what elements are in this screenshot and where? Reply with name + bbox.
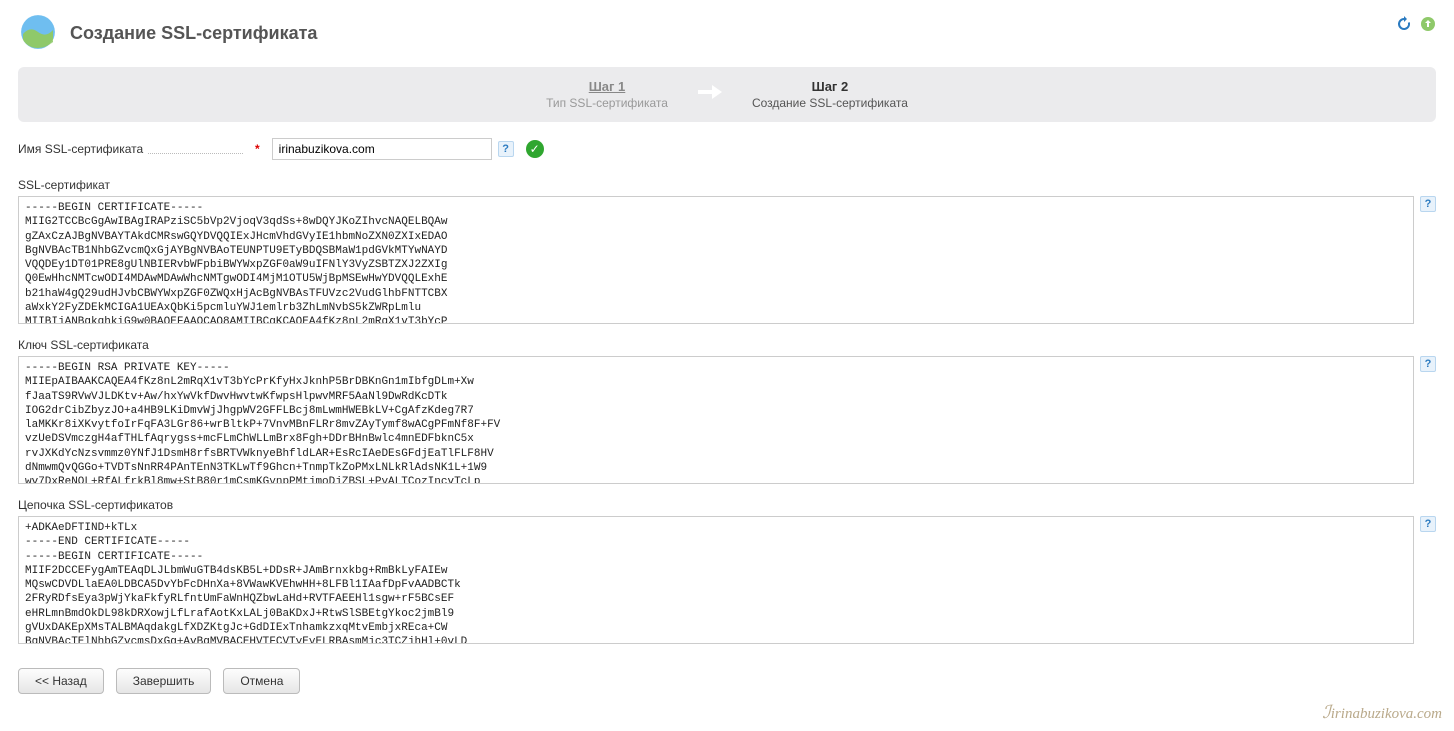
step-title: Шаг 2 — [752, 79, 908, 94]
back-button[interactable]: << Назад — [18, 668, 104, 694]
wizard-step-1[interactable]: Шаг 1 Тип SSL-сертификата — [546, 79, 668, 110]
step-title: Шаг 1 — [546, 79, 668, 94]
help-icon[interactable]: ? — [1420, 516, 1436, 532]
chain-label: Цепочка SSL-сертификатов — [18, 498, 1436, 512]
watermark: ℐirinabuzikova.com — [1322, 702, 1442, 723]
globe-icon — [18, 12, 58, 55]
key-textarea[interactable] — [18, 356, 1414, 484]
page-title: Создание SSL-сертификата — [70, 23, 317, 44]
page-header: Создание SSL-сертификата — [18, 12, 1436, 55]
step-subtitle: Тип SSL-сертификата — [546, 96, 668, 110]
cert-name-row: Имя SSL-сертификата * ? ✓ — [18, 138, 1436, 160]
refresh-icon[interactable] — [1396, 16, 1412, 32]
key-field-wrap: ? — [18, 356, 1436, 484]
header-actions — [1396, 16, 1436, 32]
cert-field-wrap: ? — [18, 196, 1436, 324]
key-label: Ключ SSL-сертификата — [18, 338, 1436, 352]
chain-textarea[interactable] — [18, 516, 1414, 644]
cert-name-label: Имя SSL-сертификата — [18, 142, 243, 156]
help-icon[interactable]: ? — [498, 141, 514, 157]
required-mark: * — [255, 142, 260, 156]
cancel-button[interactable]: Отмена — [223, 668, 300, 694]
chain-field-wrap: ? — [18, 516, 1436, 644]
step-subtitle: Создание SSL-сертификата — [752, 96, 908, 110]
check-icon: ✓ — [526, 140, 544, 158]
arrow-icon — [698, 82, 722, 108]
wizard-steps: Шаг 1 Тип SSL-сертификата Шаг 2 Создание… — [18, 67, 1436, 122]
help-icon[interactable]: ? — [1420, 196, 1436, 212]
up-level-icon[interactable] — [1420, 16, 1436, 32]
cert-textarea[interactable] — [18, 196, 1414, 324]
cert-label: SSL-сертификат — [18, 178, 1436, 192]
help-icon[interactable]: ? — [1420, 356, 1436, 372]
cert-name-input[interactable] — [272, 138, 492, 160]
finish-button[interactable]: Завершить — [116, 668, 212, 694]
button-row: << Назад Завершить Отмена — [18, 668, 1436, 694]
wizard-step-2: Шаг 2 Создание SSL-сертификата — [752, 79, 908, 110]
